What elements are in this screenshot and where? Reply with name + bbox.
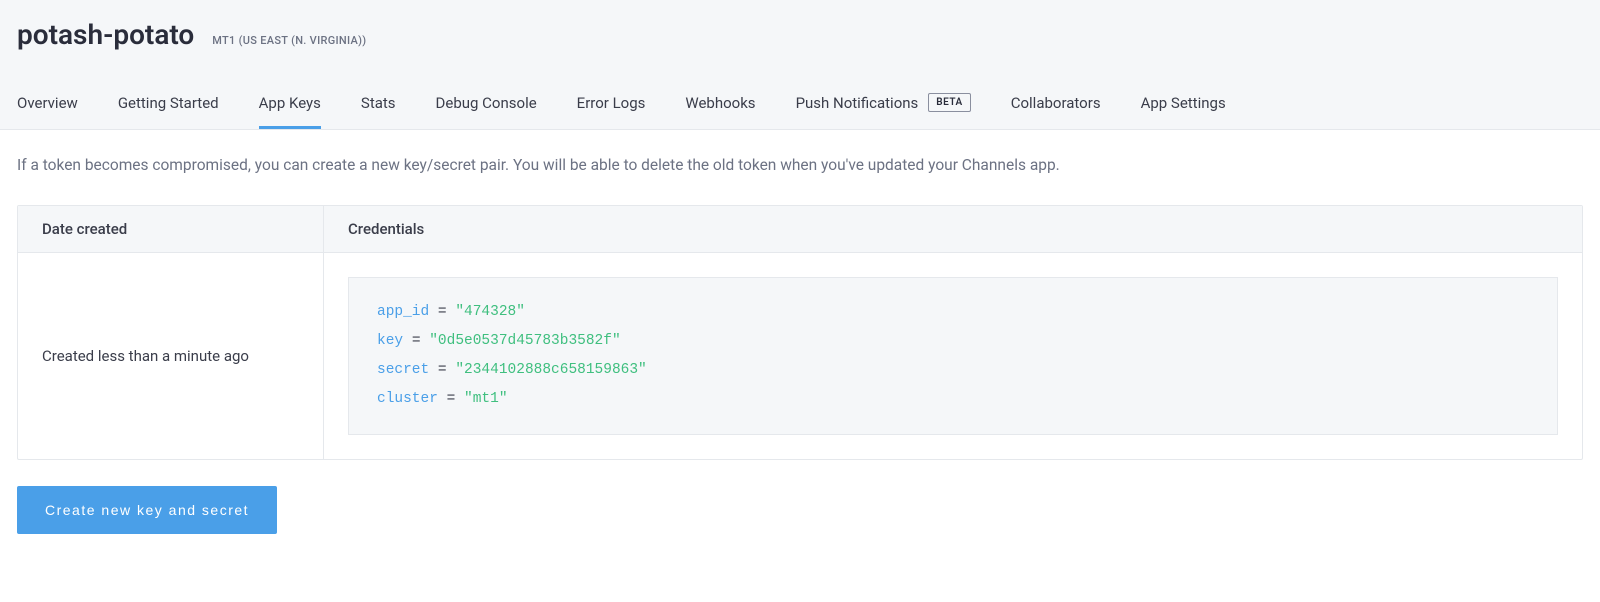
tab-label: App Settings bbox=[1141, 94, 1226, 112]
tab-label: Error Logs bbox=[577, 94, 646, 112]
code-eq: = bbox=[412, 333, 421, 349]
tab-label: Debug Console bbox=[436, 94, 537, 112]
code-val: "0d5e0537d45783b3582f" bbox=[429, 333, 620, 349]
cluster-label: MT1 (US EAST (N. VIRGINIA)) bbox=[212, 34, 366, 47]
tab-app-keys[interactable]: App Keys bbox=[259, 82, 321, 129]
col-header-date-created: Date created bbox=[18, 206, 324, 253]
tab-app-settings[interactable]: App Settings bbox=[1141, 82, 1226, 129]
code-key: key bbox=[377, 333, 403, 349]
credentials-code-block: app_id = "474328" key = "0d5e0537d45783b… bbox=[348, 277, 1558, 435]
header-section: potash-potato MT1 (US EAST (N. VIRGINIA)… bbox=[0, 0, 1600, 130]
tab-overview[interactable]: Overview bbox=[17, 82, 78, 129]
tab-label: Push Notifications bbox=[796, 94, 919, 112]
tab-getting-started[interactable]: Getting Started bbox=[118, 82, 219, 129]
code-val: "2344102888c658159863" bbox=[455, 362, 646, 378]
code-line-app-id: app_id = "474328" bbox=[377, 298, 1529, 327]
tab-label: App Keys bbox=[259, 94, 321, 112]
code-line-key: key = "0d5e0537d45783b3582f" bbox=[377, 327, 1529, 356]
tab-stats[interactable]: Stats bbox=[361, 82, 396, 129]
tab-collaborators[interactable]: Collaborators bbox=[1011, 82, 1101, 129]
code-key: app_id bbox=[377, 304, 429, 320]
code-line-secret: secret = "2344102888c658159863" bbox=[377, 356, 1529, 385]
tabs-nav: Overview Getting Started App Keys Stats … bbox=[17, 81, 1583, 129]
cell-date-created: Created less than a minute ago bbox=[18, 253, 324, 459]
code-eq: = bbox=[447, 391, 456, 407]
title-row: potash-potato MT1 (US EAST (N. VIRGINIA)… bbox=[17, 18, 1583, 51]
tab-debug-console[interactable]: Debug Console bbox=[436, 82, 537, 129]
code-eq: = bbox=[438, 362, 447, 378]
tab-error-logs[interactable]: Error Logs bbox=[577, 82, 646, 129]
cell-credentials: app_id = "474328" key = "0d5e0537d45783b… bbox=[324, 253, 1582, 459]
content-area: If a token becomes compromised, you can … bbox=[0, 130, 1600, 558]
code-val: "mt1" bbox=[464, 391, 508, 407]
tab-webhooks[interactable]: Webhooks bbox=[685, 82, 755, 129]
code-line-cluster: cluster = "mt1" bbox=[377, 385, 1529, 414]
code-eq: = bbox=[438, 304, 447, 320]
tab-label: Webhooks bbox=[685, 94, 755, 112]
tab-label: Stats bbox=[361, 94, 396, 112]
table-row: Created less than a minute ago app_id = … bbox=[18, 253, 1582, 459]
tab-label: Overview bbox=[17, 94, 78, 112]
beta-badge: BETA bbox=[928, 93, 970, 112]
info-text: If a token becomes compromised, you can … bbox=[17, 154, 1583, 177]
code-val: "474328" bbox=[455, 304, 525, 320]
code-key: secret bbox=[377, 362, 429, 378]
code-key: cluster bbox=[377, 391, 438, 407]
tab-label: Getting Started bbox=[118, 94, 219, 112]
create-key-button[interactable]: Create new key and secret bbox=[17, 486, 277, 534]
col-header-credentials: Credentials bbox=[324, 206, 1582, 253]
keys-table: Date created Credentials Created less th… bbox=[17, 205, 1583, 460]
tab-push-notifications[interactable]: Push Notifications BETA bbox=[796, 81, 971, 129]
app-title: potash-potato bbox=[17, 18, 194, 51]
tab-label: Collaborators bbox=[1011, 94, 1101, 112]
